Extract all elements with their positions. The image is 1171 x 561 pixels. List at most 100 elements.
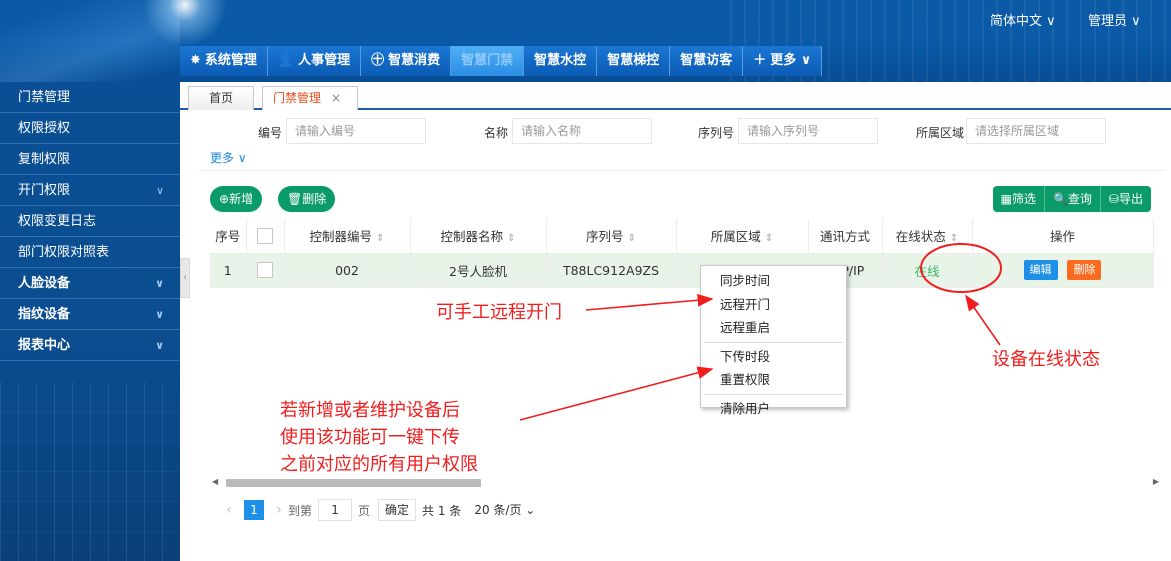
- nav-hr[interactable]: 👤 人事管理: [267, 46, 362, 76]
- tab-home[interactable]: 首页: [188, 86, 254, 110]
- menu-reset-permission[interactable]: 重置权限: [701, 368, 846, 392]
- cell-code: 002: [284, 253, 411, 288]
- col-comm: 通讯方式: [808, 219, 883, 254]
- nav-access[interactable]: 智慧门禁: [451, 46, 525, 76]
- col-name[interactable]: 控制器名称 ⇕: [410, 219, 547, 254]
- language-selector[interactable]: 简体中文 ∨: [990, 10, 1056, 29]
- select-all-checkbox[interactable]: [257, 228, 273, 244]
- nav-system[interactable]: ✸ 系统管理: [180, 46, 268, 76]
- nav-water[interactable]: 智慧水控: [524, 46, 598, 76]
- page-input[interactable]: 1: [318, 499, 353, 521]
- area-label: 所属区域: [916, 126, 965, 140]
- annotation-reset-line1: 若新增或者维护设备后: [280, 400, 460, 421]
- sort-icon: ⇕: [507, 233, 516, 245]
- menu-divider: [704, 341, 843, 343]
- prev-page-icon[interactable]: ‹: [220, 502, 238, 518]
- sidebar-item-dept-map[interactable]: 部门权限对照表: [0, 237, 180, 268]
- sort-icon: ⇕: [627, 233, 636, 245]
- page-unit-label: 页: [358, 503, 371, 518]
- sidebar: 门禁管理 权限授权 复制权限 开门权限 ∨ 权限变更日志 部门权限对照表 人脸设备…: [0, 82, 180, 561]
- total-count: 共 1 条: [422, 503, 462, 518]
- chevron-down-icon: ∨: [1046, 14, 1056, 29]
- goto-confirm-button[interactable]: 确定: [378, 499, 417, 521]
- col-serial[interactable]: 序列号 ⇕: [546, 219, 677, 254]
- more-filters-toggle[interactable]: 更多 ∨: [210, 149, 247, 166]
- name-label: 名称: [484, 126, 509, 140]
- area-select[interactable]: 请选择所属区域: [966, 118, 1106, 144]
- col-actions: 操作: [972, 219, 1154, 254]
- cell-index: 1: [210, 253, 247, 288]
- sidebar-item-door-permission[interactable]: 开门权限 ∨: [0, 175, 180, 206]
- annotation-reset-line3: 之前对应的所有用户权限: [280, 454, 478, 475]
- code-input[interactable]: 请输入编号: [286, 118, 426, 144]
- col-area[interactable]: 所属区域 ⇕: [676, 219, 809, 254]
- row-checkbox[interactable]: [257, 262, 273, 279]
- sidebar-item-report-center[interactable]: 报表中心 ∨: [0, 330, 180, 361]
- nav-elevator[interactable]: 智慧梯控: [597, 46, 671, 76]
- col-select[interactable]: [246, 219, 285, 254]
- name-input[interactable]: 请输入名称: [512, 118, 652, 144]
- col-status[interactable]: 在线状态 ⇕: [882, 219, 973, 254]
- header-glow: [140, 0, 230, 50]
- code-label: 编号: [258, 126, 283, 140]
- sidebar-item-fingerprint-device[interactable]: 指纹设备 ∨: [0, 299, 180, 330]
- online-status: 在线: [914, 263, 940, 279]
- col-index: 序号: [210, 219, 247, 254]
- sidebar-item-face-device[interactable]: 人脸设备 ∨: [0, 268, 180, 299]
- sidebar-item-access-mgmt[interactable]: 门禁管理: [0, 82, 180, 113]
- main-nav: ✸ 系统管理 👤 人事管理 ㊉智慧消费 智慧门禁 智慧水控 智慧梯控 智慧访客 ＋更…: [180, 46, 823, 76]
- sort-icon: ⇕: [764, 233, 774, 245]
- sidebar-decoration: [0, 382, 180, 561]
- cell-actions: 编辑 删除: [972, 253, 1154, 288]
- sort-icon: ⇕: [949, 233, 959, 245]
- tab-access-mgmt[interactable]: 门禁管理 ×: [262, 86, 358, 110]
- sidebar-item-change-log[interactable]: 权限变更日志: [0, 206, 180, 237]
- top-header: 简体中文 ∨ 管理员 ∨ ✸ 系统管理 👤 人事管理 ㊉智慧消费 智慧门禁 智慧水控…: [0, 0, 1171, 82]
- gear-icon: ✸: [190, 53, 201, 68]
- sidebar-item-permission-grant[interactable]: 权限授权: [0, 113, 180, 144]
- table-header-row: 序号 控制器编号 ⇕ 控制器名称 ⇕ 序列号 ⇕ 所属区域 ⇕ 通讯方式 在线状态 ⇕ 操…: [210, 219, 1154, 254]
- sidebar-collapse-handle[interactable]: ‹: [180, 258, 190, 298]
- horizontal-scrollbar[interactable]: ◀ ▶: [210, 477, 1159, 489]
- plus-circle-icon: ⊕: [219, 192, 230, 206]
- chevron-down-icon: ∨: [800, 53, 812, 68]
- nav-more[interactable]: ＋更多 ∨: [743, 46, 823, 76]
- row-delete-button[interactable]: 删除: [1067, 260, 1102, 280]
- menu-remote-restart[interactable]: 远程重启: [701, 316, 846, 340]
- page-size-select[interactable]: 20 条/页 ⌄: [469, 499, 541, 521]
- cell-name: 2号人脸机: [410, 253, 547, 288]
- menu-divider: [704, 393, 843, 395]
- table-row[interactable]: 1 002 2号人脸机 T88LC912A9ZS 总厂区 TCP/IP 在线 编…: [210, 253, 1154, 288]
- serial-label: 序列号: [698, 126, 735, 140]
- serial-input[interactable]: 请输入序列号: [738, 118, 878, 144]
- menu-download-timezone[interactable]: 下传时段: [701, 345, 846, 369]
- chevron-down-icon: ⌄: [525, 503, 536, 517]
- next-page-icon[interactable]: ›: [270, 502, 288, 518]
- cell-select[interactable]: [246, 253, 285, 288]
- add-button[interactable]: ⊕新增: [210, 186, 263, 212]
- annotation-remote-open: 可手工远程开门: [436, 302, 562, 323]
- close-icon[interactable]: ×: [331, 91, 341, 105]
- menu-sync-time[interactable]: 同步时间: [701, 269, 846, 293]
- trash-icon: 🗑: [287, 192, 303, 206]
- menu-clear-users[interactable]: 清除用户: [701, 397, 846, 421]
- page-current[interactable]: 1: [244, 500, 264, 520]
- menu-remote-open[interactable]: 远程开门: [701, 293, 846, 317]
- nav-consume[interactable]: ㊉智慧消费: [361, 46, 452, 76]
- scroll-right-icon[interactable]: ▶: [1153, 477, 1159, 486]
- edit-button[interactable]: 编辑: [1023, 260, 1058, 280]
- query-button[interactable]: 🔍查询: [1044, 186, 1101, 212]
- goto-label: 到第: [288, 503, 313, 518]
- nav-visitor[interactable]: 智慧访客: [670, 46, 744, 76]
- col-code[interactable]: 控制器编号 ⇕: [284, 219, 411, 254]
- sidebar-item-copy-permission[interactable]: 复制权限: [0, 144, 180, 175]
- sort-icon: ⇕: [376, 233, 385, 245]
- user-menu[interactable]: 管理员 ∨: [1088, 10, 1141, 29]
- delete-button[interactable]: 🗑删除: [278, 186, 336, 212]
- scrollbar-thumb[interactable]: [226, 479, 481, 487]
- export-button[interactable]: ⛁导出: [1100, 186, 1151, 212]
- grid-icon: ▦: [1000, 192, 1012, 206]
- filter-button[interactable]: ▦筛选: [992, 186, 1045, 212]
- scroll-left-icon[interactable]: ◀: [212, 477, 218, 486]
- search-icon: 🔍: [1052, 192, 1068, 206]
